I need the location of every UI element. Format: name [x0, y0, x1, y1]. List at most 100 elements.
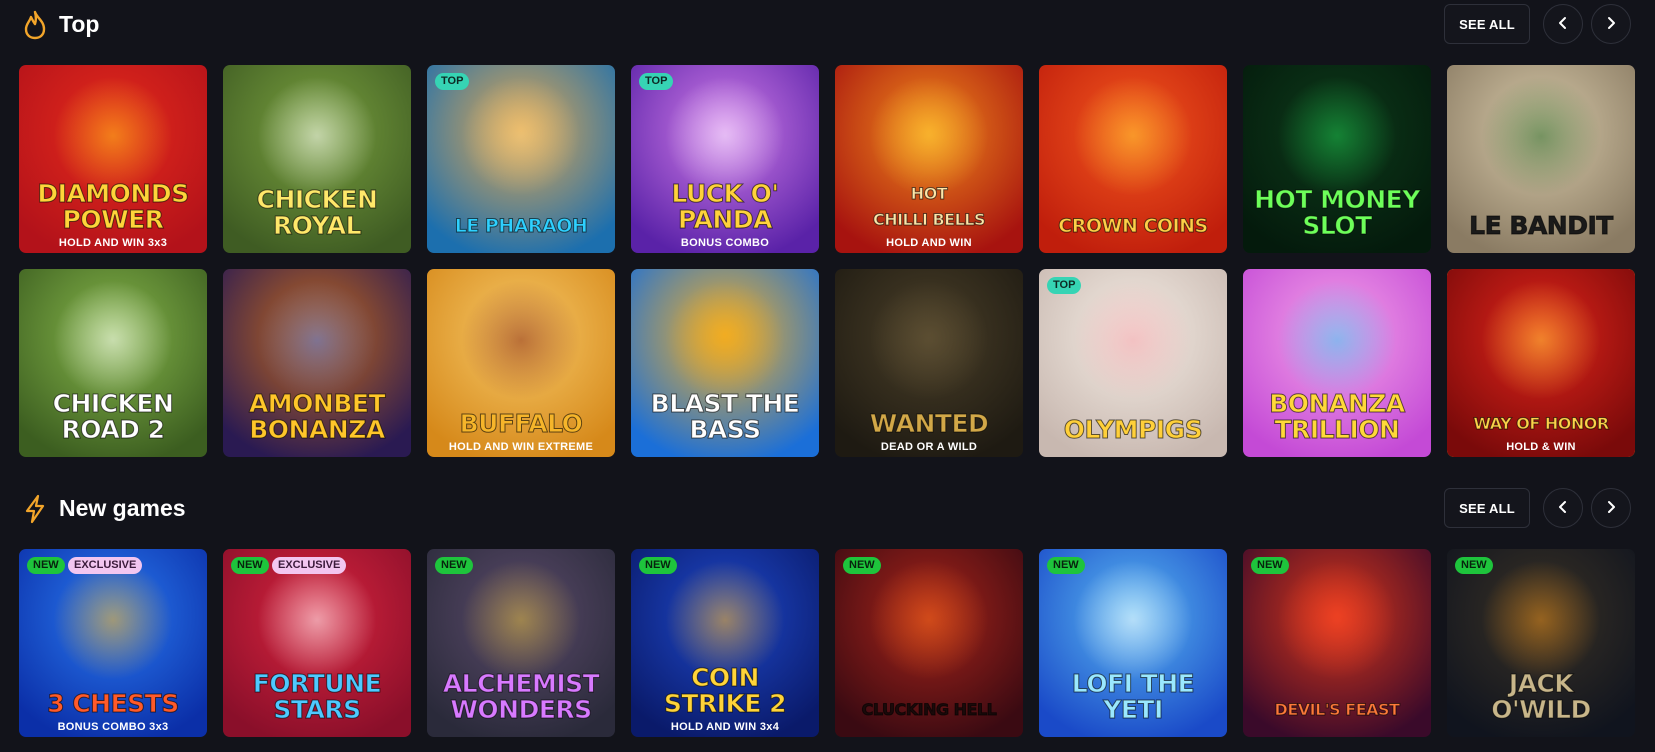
- new-badge: NEW: [1251, 557, 1289, 574]
- new-badge: NEW: [843, 557, 881, 574]
- game-title-line-1: CHICKEN: [256, 185, 378, 214]
- game-title-line-1: DIAMONDS: [37, 179, 190, 208]
- game-tile[interactable]: JACK O'WILD NEW: [1447, 549, 1635, 737]
- game-tile[interactable]: BUFFALO HOLD AND WIN EXTREME: [427, 269, 615, 457]
- game-art-glow: [1073, 560, 1193, 681]
- game-title-line-1: LE BANDIT: [1469, 211, 1614, 240]
- game-tile[interactable]: AMONBET BONANZA: [223, 269, 411, 457]
- game-title: CLUCKING HELL: [841, 697, 1017, 723]
- game-tile[interactable]: CROWN COINS: [1039, 65, 1227, 253]
- game-tile[interactable]: CLUCKING HELL NEW: [835, 549, 1023, 737]
- top-badge: TOP: [435, 73, 470, 90]
- exclusive-badge: EXCLUSIVE: [68, 557, 143, 574]
- game-tile[interactable]: WANTED DEAD OR A WILD: [835, 269, 1023, 457]
- prev-button[interactable]: [1543, 488, 1583, 528]
- game-title: CROWN COINS: [1045, 213, 1221, 239]
- game-tile[interactable]: HOT MONEY SLOT: [1243, 65, 1431, 253]
- game-art-glow: [665, 280, 785, 401]
- next-button[interactable]: [1591, 488, 1631, 528]
- game-title-line-2: POWER: [62, 205, 164, 234]
- top-badge: TOP: [639, 73, 674, 90]
- game-tile[interactable]: LE PHARAOH TOP: [427, 65, 615, 253]
- game-title: CHICKEN ROAD 2: [25, 389, 201, 444]
- game-tile[interactable]: 3 CHESTS BONUS COMBO 3x3 NEW EXCLUSIVE: [19, 549, 207, 737]
- see-all-button[interactable]: SEE ALL: [1444, 4, 1530, 44]
- game-title-line-2: ROYAL: [272, 211, 362, 240]
- game-subtitle: HOLD AND WIN EXTREME: [448, 441, 594, 453]
- game-title-line-2: TRILLION: [1274, 415, 1400, 444]
- game-tile[interactable]: HOT CHILLI BELLS HOLD AND WIN: [835, 65, 1023, 253]
- game-tile[interactable]: COIN STRIKE 2 HOLD AND WIN 3x4 NEW: [631, 549, 819, 737]
- game-title: LUCK O' PANDA: [637, 180, 813, 233]
- game-tile[interactable]: BLAST THE BASS: [631, 269, 819, 457]
- game-title-line-1: CHICKEN: [52, 389, 174, 418]
- game-subtitle: BONUS COMBO: [680, 237, 770, 249]
- game-title-line-1: ALCHEMIST: [442, 669, 600, 698]
- new-badge: NEW: [1047, 557, 1085, 574]
- game-title-line-2: BASS: [689, 415, 762, 444]
- game-title: 3 CHESTS: [25, 689, 201, 718]
- game-art-glow: [1073, 76, 1193, 197]
- game-tile[interactable]: CHICKEN ROYAL: [223, 65, 411, 253]
- game-art-glow: [1277, 76, 1397, 197]
- game-art-glow: [461, 560, 581, 681]
- game-title-line-2: O'WILD: [1491, 695, 1592, 724]
- game-title-line-1: BUFFALO: [459, 409, 583, 438]
- game-title: DEVIL'S FEAST: [1249, 697, 1425, 723]
- game-title-line-1: CROWN COINS: [1058, 215, 1209, 238]
- game-tile[interactable]: ALCHEMIST WONDERS NEW: [427, 549, 615, 737]
- game-title-line-1: WANTED: [869, 409, 989, 438]
- game-subtitle: HOLD AND WIN: [886, 237, 972, 249]
- new-badge: NEW: [639, 557, 677, 574]
- game-title-line-1: OLYMPIGS: [1063, 415, 1203, 444]
- game-art-glow: [1481, 280, 1601, 401]
- top-badge: TOP: [1047, 277, 1082, 294]
- game-tile[interactable]: FORTUNE STARS NEW EXCLUSIVE: [223, 549, 411, 737]
- game-title-line-2: STRIKE 2: [663, 689, 787, 718]
- game-tile[interactable]: WAY OF HONOR HOLD & WIN: [1447, 269, 1635, 457]
- game-art-glow: [257, 280, 377, 401]
- game-title-line-1: 3 CHESTS: [47, 689, 180, 718]
- game-art-glow: [53, 560, 173, 681]
- section-header-top: Top SEE ALL: [0, 0, 1655, 50]
- game-subtitle: HOLD & WIN: [1506, 441, 1576, 453]
- exclusive-badge: EXCLUSIVE: [272, 557, 347, 574]
- game-title: FORTUNE STARS: [229, 670, 405, 723]
- game-tile[interactable]: DEVIL'S FEAST NEW: [1243, 549, 1431, 737]
- game-title: ALCHEMIST WONDERS: [433, 669, 609, 723]
- new-badge: NEW: [27, 557, 65, 574]
- see-all-button[interactable]: SEE ALL: [1444, 488, 1530, 528]
- game-title-line-1: LOFI THE: [1071, 669, 1195, 698]
- game-title: WANTED: [841, 409, 1017, 438]
- game-tile[interactable]: OLYMPIGS TOP: [1039, 269, 1227, 457]
- game-subtitle: DEAD OR A WILD: [880, 441, 978, 453]
- game-title: LE PHARAOH: [433, 213, 609, 239]
- game-title-line-2: CHILLI BELLS: [872, 210, 986, 230]
- game-art-glow: [461, 76, 581, 197]
- chevron-left-icon: [1556, 500, 1570, 517]
- game-title-line-1: BONANZA: [1269, 389, 1406, 418]
- game-title-line-2: ROAD 2: [61, 415, 166, 444]
- game-tile[interactable]: LE BANDIT: [1447, 65, 1635, 253]
- game-title: LOFI THE YETI: [1045, 669, 1221, 724]
- game-title: BONANZA TRILLION: [1249, 389, 1425, 444]
- chevron-right-icon: [1604, 16, 1618, 33]
- next-button[interactable]: [1591, 4, 1631, 44]
- game-tile[interactable]: BONANZA TRILLION: [1243, 269, 1431, 457]
- game-title: AMONBET BONANZA: [229, 389, 405, 443]
- prev-button[interactable]: [1543, 4, 1583, 44]
- game-art-glow: [461, 280, 581, 401]
- game-tile[interactable]: DIAMONDS POWER HOLD AND WIN 3x3: [19, 65, 207, 253]
- game-tile[interactable]: LOFI THE YETI NEW: [1039, 549, 1227, 737]
- chevron-right-icon: [1604, 500, 1618, 517]
- game-title-line-2: YETI: [1103, 695, 1164, 724]
- lightning-icon: [22, 494, 48, 524]
- game-art-glow: [1481, 560, 1601, 681]
- game-tile[interactable]: LUCK O' PANDA BONUS COMBO TOP: [631, 65, 819, 253]
- game-title-line-1: BLAST THE: [650, 389, 800, 418]
- new-badge: NEW: [231, 557, 269, 574]
- fire-icon: [22, 10, 48, 40]
- game-title-line-1: AMONBET: [248, 389, 386, 418]
- game-title: LE BANDIT: [1453, 211, 1629, 240]
- game-tile[interactable]: CHICKEN ROAD 2: [19, 269, 207, 457]
